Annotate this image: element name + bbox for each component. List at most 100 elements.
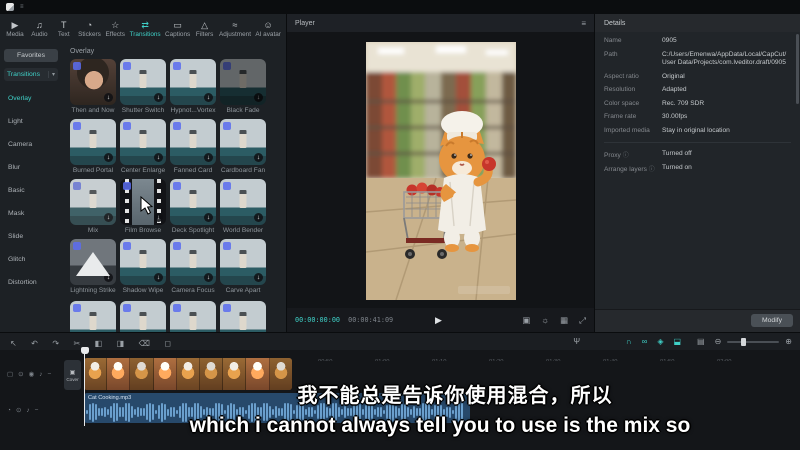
toolbar-item[interactable]: ▶ Media [5,20,25,38]
download-icon[interactable]: ↓ [204,273,213,282]
download-icon[interactable]: ↓ [204,153,213,162]
timeline-tool-icon[interactable]: ↖ [10,339,17,348]
transition-tile[interactable]: ↓ Black Fade [220,59,266,119]
transition-tile[interactable] [70,301,116,332]
player-control-icon[interactable]: ☼ [541,315,549,326]
transition-tile[interactable]: ↓ Shutter Switch [120,59,166,119]
player-menu-icon[interactable]: ≡ [581,19,586,28]
toolbar-item[interactable]: ☆ Effects [105,20,125,38]
zoom-in-icon[interactable]: ⊕ [785,337,792,347]
track-header-icon[interactable]: ♪ [26,406,29,416]
transition-tile[interactable]: ↓ Lightning Strike [70,239,116,299]
chevron-down-icon[interactable]: ▾ [48,71,55,78]
play-button[interactable]: ▶ [435,315,442,326]
category-item[interactable]: Overlay [0,87,62,110]
transition-thumbnail[interactable]: ↓ [120,59,166,105]
transition-tile[interactable]: ↓ Carve Apart [220,239,266,299]
toolbar-item[interactable]: ♫ Audio [29,20,49,38]
timeline-tool-icon[interactable]: ⌫ [139,339,150,348]
transition-thumbnail[interactable]: ↓ [170,59,216,105]
category-item[interactable]: Slide [0,225,62,248]
timeline-toggle-icon[interactable]: ◈ [657,337,663,347]
transition-thumbnail[interactable]: ↓ [220,179,266,225]
transition-thumbnail[interactable]: ↓ [170,119,216,165]
transition-tile[interactable]: ↓ Film Browse [120,179,166,239]
record-voiceover-icon[interactable]: Ψ [573,337,580,346]
transition-thumbnail[interactable] [120,301,166,332]
transition-tile[interactable]: ↓ Center Enlarge [120,119,166,179]
zoom-out-icon[interactable]: ⊖ [715,337,722,347]
info-icon[interactable]: ⓘ [623,153,629,159]
preview-quality-icon[interactable]: ▤ [697,337,705,347]
playhead[interactable] [84,350,85,426]
download-icon[interactable]: ↓ [104,153,113,162]
track-header-icon[interactable]: ⊙ [18,370,23,380]
timeline-tool-icon[interactable]: ◻ [164,339,171,348]
download-icon[interactable]: ↓ [104,213,113,222]
video-clip[interactable] [84,358,292,390]
category-item[interactable]: Camera [0,133,62,156]
menu-icon[interactable]: ≡ [20,4,24,10]
toolbar-item[interactable]: ◔ Stickers [78,20,101,38]
transition-thumbnail[interactable]: ↓ [70,119,116,165]
toolbar-item[interactable]: ⇄ Transitions [130,20,161,38]
favorites-button[interactable]: Favorites [4,49,58,62]
track-header-icon[interactable]: − [48,370,52,380]
transition-thumbnail[interactable] [170,301,216,332]
timeline-zoom-slider[interactable] [727,341,779,343]
transition-thumbnail[interactable]: ↓ [220,119,266,165]
download-icon[interactable]: ↓ [254,93,263,102]
category-item[interactable]: Light [0,110,62,133]
toolbar-item[interactable]: ≈ Adjustment [219,20,251,38]
audio-clip[interactable]: Cat Cooking.mp3 [84,393,470,423]
transition-thumbnail[interactable] [220,301,266,332]
player-control-icon[interactable]: ⤢ [579,315,586,326]
track-header-icon[interactable]: ⊙ [16,406,21,416]
transition-tile[interactable] [220,301,266,332]
transition-tile[interactable]: ↓ World Bender [220,179,266,239]
track-header-icon[interactable]: ♪ [39,370,42,380]
download-icon[interactable]: ↓ [204,93,213,102]
transition-thumbnail[interactable]: ↓ [220,59,266,105]
transition-tile[interactable]: ↓ Mix [70,179,116,239]
toolbar-item[interactable]: △ Filters [195,20,215,38]
toolbar-item[interactable]: T Text [54,20,74,38]
transition-thumbnail[interactable] [70,301,116,332]
transition-thumbnail[interactable]: ↓ [70,179,116,225]
transition-tile[interactable]: ↓ Then and Now [70,59,116,119]
download-icon[interactable]: ↓ [154,213,163,222]
transition-thumbnail[interactable]: ↓ [170,239,216,285]
category-item[interactable]: Basic [0,179,62,202]
download-icon[interactable]: ↓ [104,273,113,282]
modify-button[interactable]: Modify [751,314,793,327]
transition-tile[interactable]: ↓ Burned Portal [70,119,116,179]
details-scrollbar[interactable] [796,34,799,104]
download-icon[interactable]: ↓ [154,273,163,282]
transition-tile[interactable]: ↓ Camera Focus [170,239,216,299]
cover-button[interactable]: ▣ Cover [64,360,81,390]
category-item[interactable]: Glitch [0,248,62,271]
download-icon[interactable]: ↓ [154,93,163,102]
track-header-icon[interactable]: ▢ [7,370,13,380]
transition-thumbnail[interactable]: ↓ [170,179,216,225]
timeline-toggle-icon[interactable]: ⬓ [673,337,681,347]
category-item[interactable]: Distortion [0,271,62,294]
transitions-panel-button[interactable]: Transitions ▾ [4,68,58,81]
download-icon[interactable]: ↓ [104,93,113,102]
download-icon[interactable]: ↓ [154,153,163,162]
zoom-slider-thumb[interactable] [741,338,746,346]
timeline-tool-icon[interactable]: ✂ [73,339,80,348]
download-icon[interactable]: ↓ [204,213,213,222]
transition-tile[interactable]: ↓ Shadow Wipe [120,239,166,299]
transition-thumbnail[interactable]: ↓ [220,239,266,285]
toolbar-item[interactable]: ▭ Captions [165,20,190,38]
category-item[interactable]: Blur [0,156,62,179]
track-header-icon[interactable]: − [35,406,39,416]
toolbar-item[interactable]: ☺ AI avatar [255,20,281,38]
transition-tile[interactable] [170,301,216,332]
timeline-tool-icon[interactable]: ↷ [52,339,59,348]
transition-tile[interactable]: ↓ Hypnot...Vortex [170,59,216,119]
transition-tile[interactable] [120,301,166,332]
player-control-icon[interactable]: ▦ [560,315,568,326]
transition-thumbnail[interactable]: ↓ [70,59,116,105]
